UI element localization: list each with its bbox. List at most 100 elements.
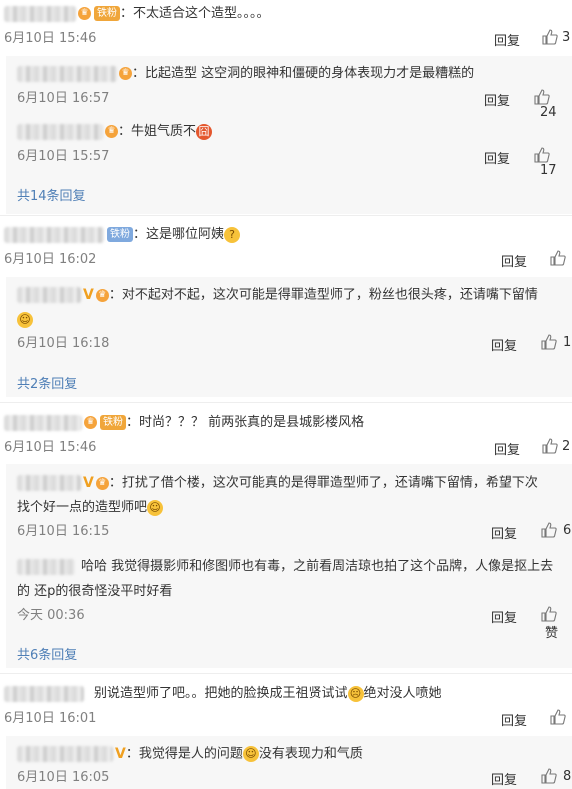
thumbs-up-icon: [550, 250, 566, 266]
reply-button[interactable]: 回复: [491, 769, 517, 788]
thumbs-up-icon: [542, 438, 558, 454]
reply-time: 今天 00:36: [17, 608, 85, 623]
reply-text-continued: 找个好一点的造型师吧 ☺: [17, 499, 164, 517]
like-button[interactable]: 6: [541, 522, 571, 538]
reply-header: ♛ ：比起造型 这空洞的眼神和僵硬的身体表现力才是最糟糕的: [17, 65, 474, 83]
crown-icon: ♛: [119, 67, 132, 80]
reply-text: 哈哈 我觉得摄影师和修图师也有毒，之前看周洁琼也拍了这个品牌，人像是抠上去: [81, 559, 554, 574]
like-button[interactable]: 17: [534, 147, 572, 178]
thumbs-up-icon: [534, 89, 550, 105]
thumbs-up-icon: [541, 522, 557, 538]
divider: [0, 673, 572, 674]
reply-button[interactable]: 回复: [494, 439, 520, 458]
reply-button[interactable]: 回复: [484, 90, 510, 109]
like-button[interactable]: [550, 250, 566, 266]
comment-header: ♛ 铁粉 ：不太适合这个造型。。。。: [4, 5, 270, 23]
reply-text: 对不起对不起，这次可能是得罪造型师了，粉丝也很头疼，还请嘴下留情: [121, 287, 538, 303]
more-replies-link[interactable]: 共14条回复: [17, 185, 86, 204]
comment-text: 不太适合这个造型。。。。: [133, 6, 270, 21]
username-blurred[interactable]: [4, 5, 76, 22]
like-count: 17: [540, 163, 557, 178]
emoji-icon: ?: [224, 226, 241, 243]
reply-time: 6月10日 16:05: [17, 770, 110, 785]
thumbs-up-icon: [534, 147, 550, 163]
thumbs-up-icon: [541, 334, 557, 350]
emoji-icon: ☺: [242, 746, 259, 762]
vip-v-icon: V: [83, 287, 94, 303]
username-blurred[interactable]: [17, 746, 113, 762]
like-count: 2: [562, 438, 571, 454]
reply-emoji-line: ☺: [17, 311, 33, 329]
thumbs-up-icon: [550, 709, 566, 725]
reply-header: ♛ ：牛姐气质不囧: [17, 123, 213, 141]
reply-button[interactable]: 回复: [501, 710, 527, 729]
reply-header: 哈哈 我觉得摄影师和修图师也有毒，之前看周洁琼也拍了这个品牌，人像是抠上去: [17, 558, 553, 576]
username-blurred[interactable]: [4, 685, 84, 702]
comment-time: 6月10日 16:02: [4, 252, 97, 267]
like-count: 24: [540, 105, 557, 120]
reply-button[interactable]: 回复: [491, 607, 517, 626]
crown-icon: ♛: [95, 476, 109, 490]
comment-feed: ♛ 铁粉 ：不太适合这个造型。。。。 6月10日 15:46 回复 3 ♛ ：比起造型…: [0, 0, 572, 789]
like-count: 8: [563, 768, 572, 784]
emoji-icon: ☺: [17, 311, 33, 328]
username-blurred[interactable]: [17, 123, 103, 140]
reply-button[interactable]: 回复: [491, 523, 517, 542]
reply-button[interactable]: 回复: [484, 148, 510, 167]
comment-text: 时尚？？？ 前两张真的是县城影楼风格: [139, 415, 365, 430]
crown-icon: ♛: [84, 416, 97, 429]
like-button[interactable]: 8: [541, 768, 571, 784]
reply-text-continued: 的 还p的很奇怪没平时好看: [17, 583, 172, 601]
reply-text-tail: 没有表现力和气质: [258, 746, 363, 762]
reply-time: 6月10日 16:15: [17, 524, 110, 539]
username-blurred[interactable]: [17, 558, 75, 575]
like-button[interactable]: 赞: [541, 606, 572, 641]
comment-text-tail: 绝对没人喷她: [363, 686, 442, 701]
thumbs-up-icon: [541, 768, 557, 784]
reply-button[interactable]: 回复: [501, 251, 527, 270]
crown-icon: ♛: [105, 125, 118, 138]
reply-time: 6月10日 16:18: [17, 336, 110, 351]
vip-v-icon: V: [83, 475, 94, 491]
more-replies-link[interactable]: 共6条回复: [17, 644, 77, 663]
divider: [0, 215, 572, 216]
emoji-icon: 囧: [196, 123, 213, 140]
like-count: 赞: [545, 626, 559, 641]
username-blurred[interactable]: [17, 475, 81, 491]
username-blurred[interactable]: [4, 226, 104, 243]
like-button[interactable]: 2: [542, 438, 570, 454]
emoji-icon: ☺: [147, 499, 164, 516]
reply-button[interactable]: 回复: [491, 335, 517, 354]
fan-badge: 铁粉: [100, 415, 126, 430]
like-button[interactable]: 1: [541, 334, 571, 350]
comment-time: 6月10日 15:46: [4, 440, 97, 455]
reply-text: 牛姐气质不: [131, 124, 197, 139]
comment-time: 6月10日 16:01: [4, 711, 97, 726]
like-count: 6: [563, 522, 572, 538]
reply-button[interactable]: 回复: [494, 30, 520, 49]
comment-header: 别说造型师了吧。。把她的脸换成王祖贤试试 ☹ 绝对没人喷她: [4, 685, 442, 703]
comment-header: ♛ 铁粉 ：时尚？？？ 前两张真的是县城影楼风格: [4, 414, 364, 432]
reply-time: 6月10日 15:57: [17, 149, 110, 164]
crown-icon: ♛: [95, 288, 109, 302]
like-button[interactable]: [550, 709, 566, 725]
username-blurred[interactable]: [17, 65, 117, 82]
thumbs-up-icon: [542, 29, 558, 45]
comment-text: 这是哪位阿姨: [146, 227, 225, 242]
reply-text: 打扰了借个楼，这次可能真的是得罪造型师了，还请嘴下留情，希望下次: [121, 475, 538, 491]
vip-v-icon: V: [115, 746, 126, 762]
fan-badge: 铁粉: [94, 6, 120, 21]
reply-text-line2: 的 还p的很奇怪没平时好看: [17, 584, 173, 599]
reply-text-line2: 找个好一点的造型师吧: [17, 500, 148, 515]
crown-icon: ♛: [78, 7, 91, 20]
username-blurred[interactable]: [4, 414, 82, 431]
like-button[interactable]: 3: [542, 29, 570, 45]
like-button[interactable]: 24: [534, 89, 572, 120]
more-replies-link[interactable]: 共2条回复: [17, 373, 77, 392]
like-count: 1: [563, 334, 572, 350]
comment-header: 铁粉 ：这是哪位阿姨?: [4, 226, 241, 244]
reply-header: V ♛ ：打扰了借个楼，这次可能真的是得罪造型师了，还请嘴下留情，希望下次: [17, 474, 538, 493]
reply-header: V ♛ ：对不起对不起，这次可能是得罪造型师了，粉丝也很头疼，还请嘴下留情: [17, 286, 538, 305]
emoji-icon: ☹: [347, 685, 364, 702]
username-blurred[interactable]: [17, 287, 81, 303]
